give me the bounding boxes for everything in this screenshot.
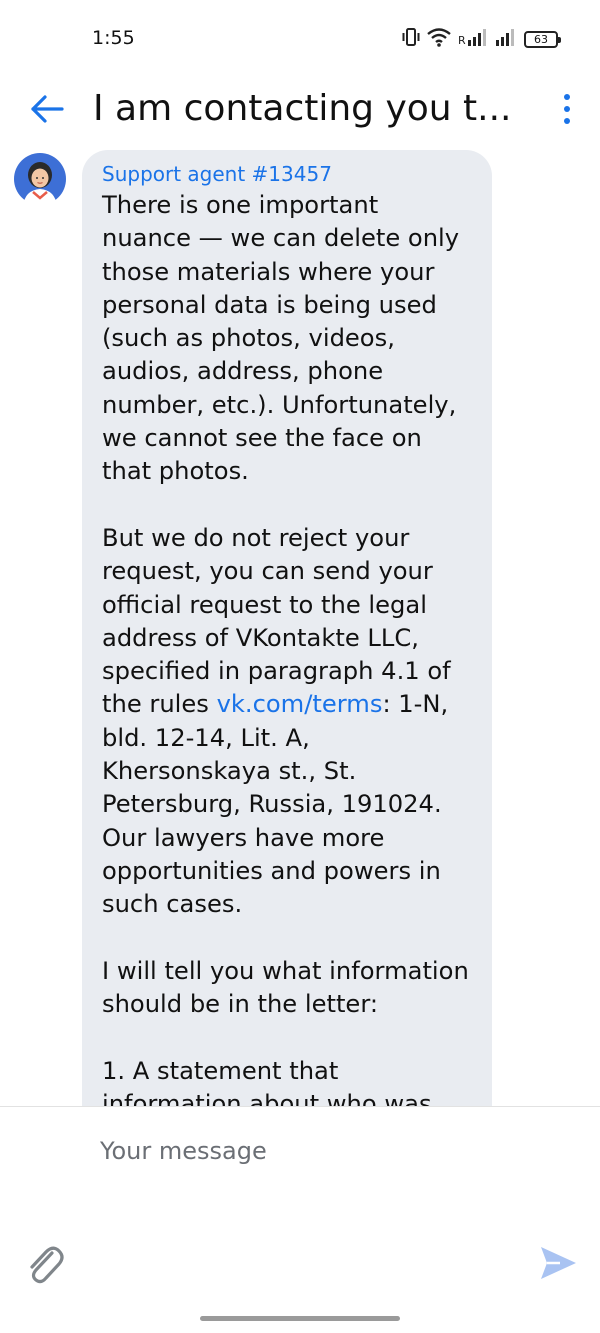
back-button[interactable] (26, 88, 68, 130)
status-icons: R 63 (402, 27, 561, 51)
more-options-button[interactable] (553, 89, 581, 129)
message-text: There is one important nuance — we can d… (102, 189, 472, 1106)
more-vertical-icon (564, 106, 570, 112)
message-bubble[interactable]: Support agent #13457 There is one import… (82, 150, 492, 1106)
signal-icon (495, 28, 517, 50)
message-composer (0, 1107, 600, 1333)
send-button[interactable] (538, 1243, 578, 1283)
battery-icon: 63 (524, 30, 561, 48)
wifi-icon (427, 27, 451, 51)
message-input[interactable] (100, 1131, 520, 1171)
conversation-area[interactable]: Support agent #13457 There is one import… (0, 150, 600, 1106)
message-paragraph: : 1-N, bld. 12-14, Lit. A, Khersonskaya … (102, 690, 456, 919)
home-indicator[interactable] (200, 1316, 400, 1321)
app-header: I am contacting you t... (0, 78, 600, 140)
send-icon (541, 1247, 576, 1279)
sender-name: Support agent #13457 (102, 162, 332, 186)
paperclip-icon (30, 1246, 64, 1284)
svg-text:R: R (458, 34, 466, 46)
vibrate-icon (402, 27, 420, 51)
status-time: 1:55 (92, 27, 135, 49)
attach-button[interactable] (22, 1239, 66, 1287)
arrow-left-icon (31, 95, 64, 123)
message-paragraph: 1. A statement that information about wh… (102, 1056, 432, 1106)
message-paragraph: I will tell you what information should … (102, 956, 477, 1019)
status-bar: 1:55 R 63 (0, 0, 600, 78)
more-vertical-icon (564, 94, 570, 100)
terms-link[interactable]: vk.com/terms (217, 690, 383, 718)
signal-icon: R (458, 28, 488, 50)
conversation-title: I am contacting you t... (93, 88, 512, 129)
message-paragraph: There is one important nuance — we can d… (102, 191, 467, 486)
avatar[interactable] (13, 152, 67, 206)
more-vertical-icon (564, 118, 570, 124)
